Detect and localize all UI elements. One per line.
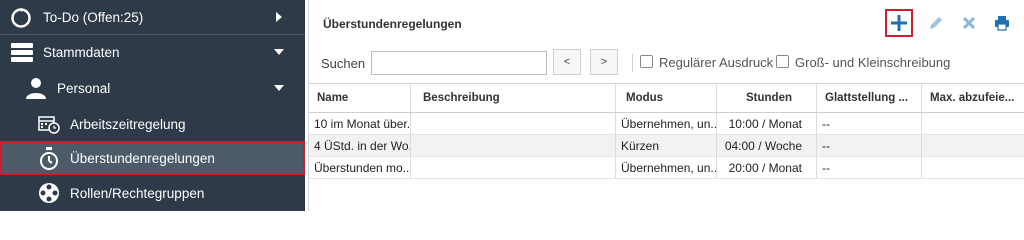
toolbar-separator — [632, 54, 633, 72]
edit-button[interactable] — [922, 9, 950, 37]
print-button[interactable] — [988, 9, 1016, 37]
table-row[interactable]: 4 ÜStd. in der Wo... Kürzen 04:00 / Woch… — [309, 135, 1024, 157]
chevron-down-icon — [274, 47, 284, 57]
close-icon — [962, 16, 976, 30]
cell-beschreibung — [411, 135, 616, 156]
sidebar: To-Do (Offen:25) Stammdaten Personal Arb… — [0, 0, 305, 211]
cell-max-abzufeiern — [922, 113, 1024, 134]
regex-checkbox[interactable] — [640, 55, 653, 68]
cell-stunden: 04:00 / Woche — [717, 135, 817, 156]
nav-item-ueberstundenregelungen-label: Überstundenregelungen — [70, 151, 215, 166]
nav-item-rollen-rechtegruppen[interactable]: Rollen/Rechtegruppen — [0, 175, 305, 211]
nav-item-todo[interactable]: To-Do (Offen:25) — [0, 0, 305, 34]
cell-glattstellung: -- — [817, 157, 922, 178]
regex-checkbox-label: Regulärer Ausdruck — [659, 55, 774, 70]
next-button[interactable]: > — [590, 49, 618, 75]
case-sensitive-checkbox[interactable] — [776, 55, 789, 68]
add-button[interactable] — [885, 9, 913, 37]
cell-glattstellung: -- — [817, 113, 922, 134]
nav-item-rollen-rechtegruppen-label: Rollen/Rechtegruppen — [70, 186, 205, 201]
cell-modus: Kürzen — [616, 135, 717, 156]
cell-modus: Übernehmen, un... — [616, 157, 717, 178]
search-input[interactable] — [371, 51, 547, 75]
table-row[interactable]: Überstunden mo... Übernehmen, un... 20:0… — [309, 157, 1024, 179]
cell-modus: Übernehmen, un... — [616, 113, 717, 134]
plus-icon — [891, 15, 907, 31]
search-label: Suchen — [321, 56, 366, 71]
chevron-down-icon — [274, 83, 284, 93]
chevron-right-icon — [274, 12, 284, 22]
cell-max-abzufeiern — [922, 135, 1024, 156]
table-header-row: Name Beschreibung Modus Stunden Glattste… — [309, 83, 1024, 113]
cell-name: 10 im Monat über... — [309, 113, 411, 134]
nav-item-arbeitszeitregelung-label: Arbeitszeitregelung — [70, 117, 186, 132]
cell-name: Überstunden mo... — [309, 157, 411, 178]
nav-item-stammdaten[interactable]: Stammdaten — [0, 35, 305, 69]
nav-item-ueberstundenregelungen[interactable]: Überstundenregelungen — [0, 141, 305, 175]
nav-item-personal[interactable]: Personal — [0, 70, 305, 106]
nav-item-todo-label: To-Do (Offen:25) — [43, 10, 144, 25]
cell-glattstellung: -- — [817, 135, 922, 156]
cell-max-abzufeiern — [922, 157, 1024, 178]
cell-name: 4 ÜStd. in der Wo... — [309, 135, 411, 156]
stack-icon — [10, 41, 34, 63]
main-panel: Überstundenregelungen Suchen < > Regulär… — [308, 0, 1024, 211]
column-header-name[interactable]: Name — [309, 84, 411, 112]
person-icon — [24, 76, 48, 100]
cell-beschreibung — [411, 113, 616, 134]
delete-button[interactable] — [955, 9, 983, 37]
nav-item-personal-label: Personal — [57, 81, 111, 96]
printer-icon — [995, 16, 1009, 31]
column-header-modus[interactable]: Modus — [616, 84, 717, 112]
pencil-icon — [930, 17, 942, 29]
case-sensitive-checkbox-label: Groß- und Kleinschreibung — [795, 55, 951, 70]
stopwatch-icon — [38, 147, 60, 171]
calendar-clock-icon — [38, 114, 60, 134]
prev-button[interactable]: < — [553, 49, 581, 75]
table-row[interactable]: 10 im Monat über... Übernehmen, un... 10… — [309, 113, 1024, 135]
cell-beschreibung — [411, 157, 616, 178]
column-header-glattstellung[interactable]: Glattstellung ... — [817, 84, 922, 112]
nav-item-arbeitszeitregelung[interactable]: Arbeitszeitregelung — [0, 106, 305, 142]
cell-stunden: 20:00 / Monat — [717, 157, 817, 178]
refresh-circle-icon — [10, 7, 32, 29]
cell-stunden: 10:00 / Monat — [717, 113, 817, 134]
column-header-beschreibung[interactable]: Beschreibung — [411, 84, 616, 112]
page-title: Überstundenregelungen — [323, 17, 462, 31]
column-header-max-abzufeiern[interactable]: Max. abzufeie... — [922, 84, 1024, 112]
film-reel-icon — [38, 182, 60, 204]
nav-item-stammdaten-label: Stammdaten — [43, 45, 120, 60]
column-header-stunden[interactable]: Stunden — [717, 84, 817, 112]
